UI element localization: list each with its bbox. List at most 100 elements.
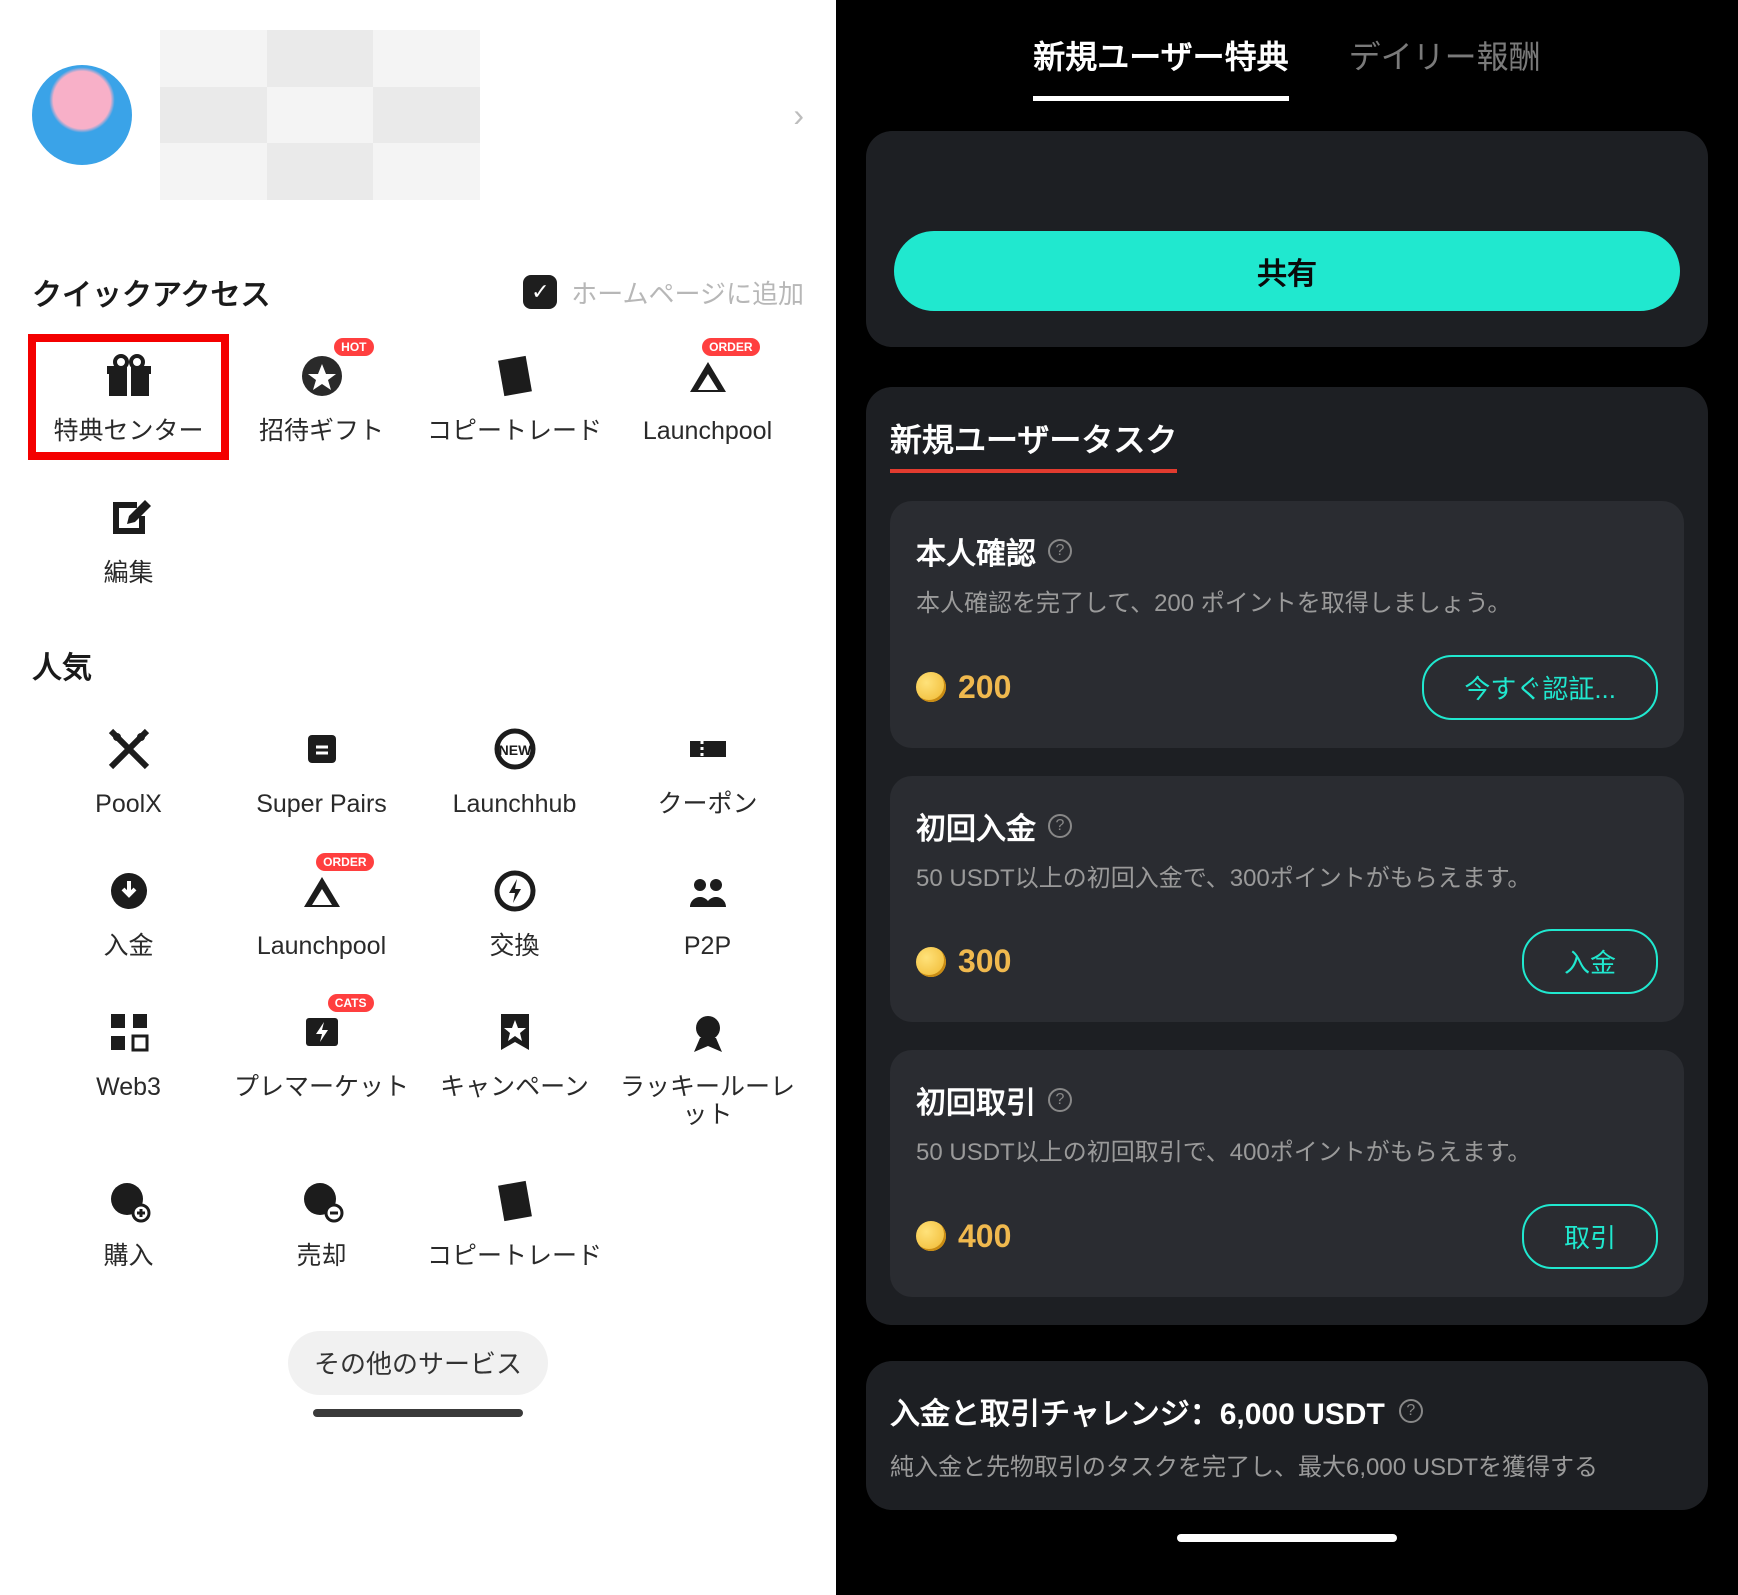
circle-dl-icon (101, 863, 157, 919)
star-flag-icon (487, 1004, 543, 1060)
points-value: 300 (958, 943, 1011, 980)
ticket-icon (680, 721, 736, 777)
popular-item-circle-dl[interactable]: 入金 (32, 853, 225, 971)
book-icon (487, 1173, 543, 1229)
popular-item-axes[interactable]: PoolX (32, 711, 225, 829)
home-indicator (1177, 1534, 1397, 1542)
task-desc: 50 USDT以上の初回取引で、400ポイントがもらえます。 (916, 1136, 1658, 1170)
quick-item-book[interactable]: コピートレード (418, 338, 611, 456)
help-icon[interactable]: ? (1399, 1399, 1423, 1423)
task-card: 初回取引 ? 50 USDT以上の初回取引で、400ポイントがもらえます。 40… (890, 1050, 1684, 1297)
task-points: 200 (916, 669, 1011, 706)
tab-daily-rewards[interactable]: デイリー報酬 (1349, 32, 1541, 101)
tabs: 新規ユーザー特典 デイリー報酬 (866, 0, 1708, 121)
task-action-button[interactable]: 取引 (1522, 1204, 1658, 1269)
swap-card-icon (294, 721, 350, 777)
avatar (32, 65, 132, 165)
item-label: PoolX (95, 791, 162, 819)
popular-title: 人気 (32, 643, 92, 687)
tab-new-user-rewards[interactable]: 新規ユーザー特典 (1033, 32, 1288, 101)
challenge-desc: 純入金と先物取引のタスクを完了し、最大6,000 USDTを獲得する (890, 1447, 1684, 1482)
quick-item-edit[interactable]: 編集 (32, 480, 225, 598)
task-action-button[interactable]: 今すぐ認証... (1422, 655, 1658, 720)
edit-icon (101, 490, 157, 546)
help-icon[interactable]: ? (1048, 814, 1072, 838)
axes-icon (101, 721, 157, 777)
new-ring-icon (487, 721, 543, 777)
triangle-icon: ORDER (680, 348, 736, 404)
badge: ORDER (702, 338, 759, 356)
share-card: 共有 (866, 131, 1708, 347)
coin-icon (916, 672, 946, 702)
item-label: キャンペーン (440, 1074, 589, 1102)
popular-item-coin-plus[interactable]: 購入 (32, 1163, 225, 1281)
item-label: コピートレード (427, 418, 602, 446)
task-points: 300 (916, 943, 1011, 980)
task-action-button[interactable]: 入金 (1522, 929, 1658, 994)
book-icon (487, 348, 543, 404)
add-to-home-label: ホームページに追加 (571, 274, 804, 311)
star-badge-icon: HOT (294, 348, 350, 404)
item-label: 購入 (103, 1243, 153, 1271)
popular-item-ticket[interactable]: クーポン (611, 711, 804, 829)
challenge-block: 入金と取引チャレンジ：6,000 USDT ? 純入金と先物取引のタスクを完了し… (866, 1361, 1708, 1510)
item-label: 編集 (103, 560, 153, 588)
points-value: 200 (958, 669, 1011, 706)
coin-plus-icon (101, 1173, 157, 1229)
task-desc: 50 USDT以上の初回入金で、300ポイントがもらえます。 (916, 862, 1658, 896)
help-icon[interactable]: ? (1048, 539, 1072, 563)
task-points: 400 (916, 1218, 1011, 1255)
task-block-title: 新規ユーザータスク (890, 415, 1177, 473)
task-card: 本人確認 ? 本人確認を完了して、200 ポイントを取得しましょう。 200 今… (890, 501, 1684, 748)
more-services-button[interactable]: その他のサービス (288, 1331, 548, 1395)
triangle-icon: ORDER (294, 863, 350, 919)
item-label: クーポン (657, 791, 757, 819)
popular-item-new-ring[interactable]: Launchhub (418, 711, 611, 829)
popular-item-triangle[interactable]: ORDER Launchpool (225, 853, 418, 971)
quick-item-star-badge[interactable]: HOT 招待ギフト (225, 338, 418, 456)
quick-item-triangle[interactable]: ORDER Launchpool (611, 338, 804, 456)
share-button[interactable]: 共有 (894, 231, 1680, 311)
item-label: 招待ギフト (259, 418, 384, 446)
item-label: 交換 (489, 933, 539, 961)
badge: HOT (334, 338, 373, 356)
badge: ORDER (316, 853, 373, 871)
popular-item-bolt-card[interactable]: CATSプレマーケット (225, 994, 418, 1139)
item-label: P2P (684, 933, 731, 961)
item-label: Super Pairs (256, 791, 387, 819)
item-label: ラッキールーレット (611, 1074, 804, 1129)
help-icon[interactable]: ? (1048, 1088, 1072, 1112)
popular-item-book[interactable]: コピートレード (418, 1163, 611, 1281)
item-label: 入金 (103, 933, 153, 961)
task-title: 初回入金 (916, 804, 1036, 848)
task-card: 初回入金 ? 50 USDT以上の初回入金で、300ポイントがもらえます。 30… (890, 776, 1684, 1023)
coin-icon (916, 1221, 946, 1251)
gift-icon (101, 348, 157, 404)
popular-item-squares[interactable]: Web3 (32, 994, 225, 1139)
popular-item-medal[interactable]: ラッキールーレット (611, 994, 804, 1139)
add-to-home-toggle[interactable]: ✓ ホームページに追加 (523, 274, 804, 311)
popular-item-bolt-ring[interactable]: 交換 (418, 853, 611, 971)
coin-icon (916, 947, 946, 977)
popular-item-star-flag[interactable]: キャンペーン (418, 994, 611, 1139)
item-label: Web3 (96, 1074, 161, 1102)
quick-item-gift[interactable]: 特典センター (32, 338, 225, 456)
popular-item-coin-minus[interactable]: 売却 (225, 1163, 418, 1281)
people-icon (680, 863, 736, 919)
item-label: Launchpool (257, 933, 386, 961)
item-label: 売却 (296, 1243, 346, 1271)
popular-item-swap-card[interactable]: Super Pairs (225, 711, 418, 829)
profile-name-redacted (160, 30, 480, 200)
task-title: 初回取引 (916, 1078, 1036, 1122)
task-desc: 本人確認を完了して、200 ポイントを取得しましょう。 (916, 587, 1658, 621)
item-label: 特典センター (53, 418, 203, 446)
item-label: Launchpool (643, 418, 772, 446)
home-indicator (313, 1409, 523, 1417)
coin-minus-icon (294, 1173, 350, 1229)
new-user-tasks-block: 新規ユーザータスク 本人確認 ? 本人確認を完了して、200 ポイントを取得しま… (866, 387, 1708, 1325)
profile-row[interactable]: › (32, 20, 804, 240)
popular-item-people[interactable]: P2P (611, 853, 804, 971)
bolt-card-icon: CATS (294, 1004, 350, 1060)
chevron-right-icon: › (793, 97, 804, 134)
bolt-ring-icon (487, 863, 543, 919)
